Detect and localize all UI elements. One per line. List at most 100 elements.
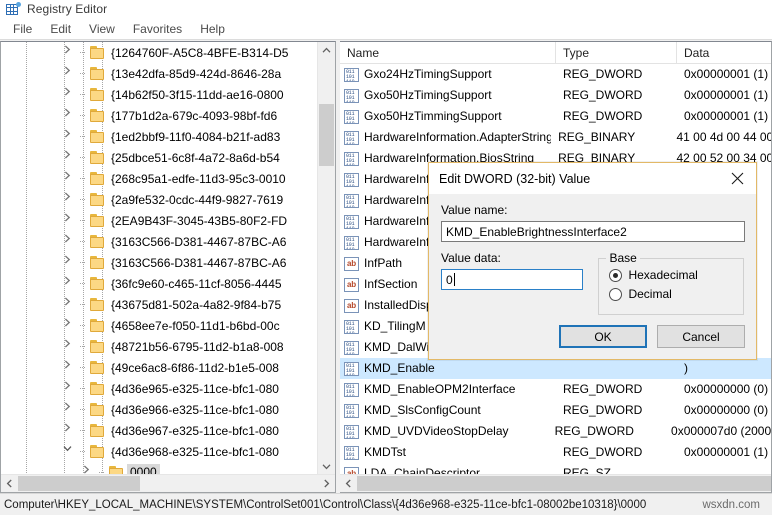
chevron-right-icon[interactable]	[63, 423, 79, 439]
tree-item[interactable]: {4d36e965-e325-11ce-bfc1-080	[1, 378, 318, 399]
dword-value-icon	[344, 404, 359, 418]
dword-value-icon	[344, 362, 359, 376]
chevron-right-icon[interactable]	[63, 87, 79, 103]
chevron-right-icon[interactable]	[63, 360, 79, 376]
chevron-right-icon[interactable]	[63, 108, 79, 124]
chevron-right-icon[interactable]	[63, 45, 79, 61]
tree-item[interactable]: {2EA9B43F-3045-43B5-80F2-FD	[1, 210, 318, 231]
radio-decimal-indicator[interactable]	[609, 288, 622, 301]
tree-item[interactable]: {4d36e967-e325-11ce-bfc1-080	[1, 420, 318, 441]
menu-favorites[interactable]: Favorites	[124, 20, 191, 38]
tree-item-label: {4658ee7e-f050-11d1-b6bd-00c	[111, 319, 280, 333]
menu-edit[interactable]: Edit	[41, 20, 80, 38]
chevron-right-icon[interactable]	[63, 255, 79, 271]
radio-hexadecimal-indicator[interactable]	[609, 269, 622, 282]
table-row[interactable]: KMD_SlsConfigCountREG_DWORD0x00000000 (0…	[340, 400, 771, 421]
value-name-cell: HardwareInformation.AdapterString	[340, 130, 551, 145]
chevron-down-icon[interactable]	[63, 444, 79, 460]
list-hscroll-thumb[interactable]	[357, 476, 771, 491]
tree-item[interactable]: {43675d81-502a-4a82-9f84-b75	[1, 294, 318, 315]
chevron-right-icon[interactable]	[63, 213, 79, 229]
table-row[interactable]: KMD_Enable)	[340, 358, 771, 379]
dword-value-icon	[344, 89, 359, 103]
chevron-right-icon[interactable]	[63, 318, 79, 334]
chevron-right-icon[interactable]	[63, 297, 79, 313]
tree-item[interactable]: {36fc9e60-c465-11cf-8056-4445	[1, 273, 318, 294]
table-row[interactable]: Gxo50HzTimingSupportREG_DWORD0x00000001 …	[340, 85, 771, 106]
folder-icon	[89, 423, 106, 438]
folder-icon	[89, 108, 106, 123]
table-row[interactable]: HardwareInformation.AdapterStringREG_BIN…	[340, 127, 771, 148]
tree-item-label: {4d36e967-e325-11ce-bfc1-080	[111, 424, 279, 438]
column-header-name[interactable]: Name	[340, 42, 556, 64]
value-name-text: Gxo50HzTimingSupport	[364, 88, 492, 103]
tree-item[interactable]: {177b1d2a-679c-4093-98bf-fd6	[1, 105, 318, 126]
tree-scroll-down-button[interactable]	[318, 458, 335, 475]
tree-item-label: {14b62f50-3f15-11dd-ae16-0800	[111, 88, 284, 102]
radio-decimal[interactable]: Decimal	[609, 287, 735, 301]
table-row[interactable]: Gxo50HzTimmingSupportREG_DWORD0x00000001…	[340, 106, 771, 127]
cancel-button[interactable]: Cancel	[657, 325, 745, 348]
tree-item[interactable]: {3163C566-D381-4467-87BC-A6	[1, 252, 318, 273]
radio-hexadecimal[interactable]: Hexadecimal	[609, 268, 735, 282]
chevron-right-icon[interactable]	[63, 66, 79, 82]
column-header-type[interactable]: Type	[556, 42, 677, 64]
value-data-cell: 0x000007d0 (2000)	[664, 424, 771, 439]
tree-connector	[79, 168, 89, 189]
folder-icon	[89, 192, 106, 207]
ok-button[interactable]: OK	[559, 325, 647, 348]
tree-item[interactable]: {13e42dfa-85d9-424d-8646-28a	[1, 63, 318, 84]
menu-file[interactable]: File	[4, 20, 41, 38]
table-row[interactable]: KMD_EnableOPM2InterfaceREG_DWORD0x000000…	[340, 379, 771, 400]
tree-item[interactable]: {268c95a1-edfe-11d3-95c3-0010	[1, 168, 318, 189]
table-row[interactable]: Gxo24HzTimingSupportREG_DWORD0x00000001 …	[340, 64, 771, 85]
value-data-input[interactable]: 0	[441, 269, 583, 290]
tree-connector	[79, 357, 89, 378]
tree-item-label: {3163C566-D381-4467-87BC-A6	[111, 256, 286, 270]
table-row[interactable]: KMD_UVDVideoStopDelayREG_DWORD0x000007d0…	[340, 421, 771, 442]
tree-item[interactable]: {2a9fe532-0cdc-44f9-9827-7619	[1, 189, 318, 210]
tree-item[interactable]: {4d36e968-e325-11ce-bfc1-080	[1, 441, 318, 462]
chevron-right-icon[interactable]	[63, 234, 79, 250]
string-value-icon	[344, 257, 359, 271]
tree-scroll-up-button[interactable]	[318, 42, 335, 59]
menu-help[interactable]: Help	[191, 20, 234, 38]
tree-item[interactable]: {3163C566-D381-4467-87BC-A6	[1, 231, 318, 252]
binary-value-icon	[344, 173, 359, 187]
list-horizontal-scrollbar[interactable]	[340, 474, 771, 492]
dword-value-icon	[344, 110, 359, 124]
tree-item[interactable]: {4d36e966-e325-11ce-bfc1-080	[1, 399, 318, 420]
chevron-right-icon[interactable]	[63, 171, 79, 187]
tree-horizontal-scrollbar[interactable]	[1, 474, 335, 492]
chevron-right-icon[interactable]	[63, 150, 79, 166]
tree-item[interactable]: {49ce6ac8-6f86-11d2-b1e5-008	[1, 357, 318, 378]
tree-scroll-left-button[interactable]	[1, 475, 18, 492]
chevron-right-icon[interactable]	[63, 129, 79, 145]
tree-item[interactable]: {1264760F-A5C8-4BFE-B314-D5	[1, 42, 318, 63]
value-data-cell: 41 00 4d 00 44 00	[669, 130, 771, 145]
chevron-right-icon[interactable]	[63, 402, 79, 418]
value-name-text: InstalledDisp	[364, 298, 433, 313]
tree-item[interactable]: {4658ee7e-f050-11d1-b6bd-00c	[1, 315, 318, 336]
list-scroll-left-button[interactable]	[340, 475, 357, 492]
close-icon[interactable]	[718, 164, 756, 194]
tree-item[interactable]: {48721b56-6795-11d2-b1a8-008	[1, 336, 318, 357]
tree-scroll-right-button[interactable]	[318, 475, 335, 492]
registry-tree[interactable]: {1264760F-A5C8-4BFE-B314-D5{13e42dfa-85d…	[1, 42, 318, 475]
chevron-right-icon[interactable]	[63, 339, 79, 355]
value-name-input[interactable]: KMD_EnableBrightnessInterface2	[441, 221, 745, 242]
tree-item[interactable]: {25dbce51-6c8f-4a72-8a6d-b54	[1, 147, 318, 168]
menu-view[interactable]: View	[80, 20, 124, 38]
tree-hscroll-thumb[interactable]	[18, 476, 140, 491]
column-header-data[interactable]: Data	[677, 42, 771, 64]
chevron-right-icon[interactable]	[63, 192, 79, 208]
tree-item[interactable]: {1ed2bbf9-11f0-4084-b21f-ad83	[1, 126, 318, 147]
value-type-cell: REG_DWORD	[556, 382, 677, 397]
tree-vertical-scrollbar[interactable]	[317, 42, 335, 475]
value-data-cell: )	[677, 361, 771, 376]
table-row[interactable]: KMDTstREG_DWORD0x00000001 (1)	[340, 442, 771, 463]
chevron-right-icon[interactable]	[63, 381, 79, 397]
chevron-right-icon[interactable]	[63, 276, 79, 292]
tree-scroll-thumb[interactable]	[319, 104, 334, 166]
tree-item[interactable]: {14b62f50-3f15-11dd-ae16-0800	[1, 84, 318, 105]
